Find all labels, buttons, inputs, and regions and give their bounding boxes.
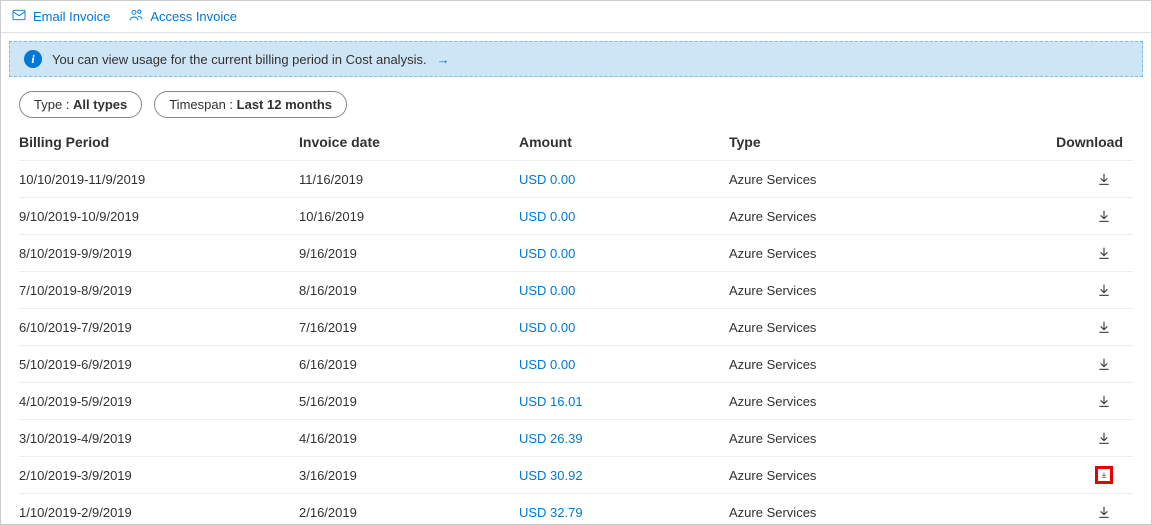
toolbar: Email Invoice Access Invoice [1,1,1151,33]
cell-type: Azure Services [729,505,1039,520]
cell-amount[interactable]: USD 32.79 [519,505,729,520]
table-row: 4/10/2019-5/9/20195/16/2019USD 16.01Azur… [19,382,1133,419]
cell-type: Azure Services [729,209,1039,224]
download-icon[interactable] [1095,466,1113,484]
cell-download [1039,318,1129,336]
cell-invoice-date: 6/16/2019 [299,357,519,372]
cell-billing-period: 2/10/2019-3/9/2019 [19,468,299,483]
cell-amount[interactable]: USD 30.92 [519,468,729,483]
people-icon [128,7,144,26]
cell-download [1039,170,1129,188]
cell-type: Azure Services [729,283,1039,298]
cell-type: Azure Services [729,320,1039,335]
download-icon[interactable] [1095,244,1113,262]
download-icon[interactable] [1095,429,1113,447]
cell-type: Azure Services [729,172,1039,187]
email-invoice-button[interactable]: Email Invoice [11,7,110,26]
invoice-list-panel: Email Invoice Access Invoice i You can v… [0,0,1152,525]
filter-timespan-value: Last 12 months [237,97,332,112]
cell-type: Azure Services [729,246,1039,261]
col-billing-period: Billing Period [19,134,299,150]
cell-invoice-date: 8/16/2019 [299,283,519,298]
info-text: You can view usage for the current billi… [52,52,427,67]
cost-analysis-link[interactable]: → [437,52,450,67]
cell-type: Azure Services [729,357,1039,372]
cell-download [1039,503,1129,521]
table-row: 10/10/2019-11/9/201911/16/2019USD 0.00Az… [19,160,1133,197]
cell-invoice-date: 9/16/2019 [299,246,519,261]
access-invoice-button[interactable]: Access Invoice [128,7,237,26]
email-invoice-label: Email Invoice [33,9,110,24]
cell-billing-period: 7/10/2019-8/9/2019 [19,283,299,298]
cell-download [1039,466,1129,484]
download-icon[interactable] [1095,170,1113,188]
table-row: 9/10/2019-10/9/201910/16/2019USD 0.00Azu… [19,197,1133,234]
table-row: 8/10/2019-9/9/20199/16/2019USD 0.00Azure… [19,234,1133,271]
table-row: 2/10/2019-3/9/20193/16/2019USD 30.92Azur… [19,456,1133,493]
download-icon[interactable] [1095,207,1113,225]
col-invoice-date: Invoice date [299,134,519,150]
table-row: 3/10/2019-4/9/20194/16/2019USD 26.39Azur… [19,419,1133,456]
table-row: 5/10/2019-6/9/20196/16/2019USD 0.00Azure… [19,345,1133,382]
cell-amount[interactable]: USD 0.00 [519,320,729,335]
mail-icon [11,7,27,26]
cell-billing-period: 5/10/2019-6/9/2019 [19,357,299,372]
cell-download [1039,207,1129,225]
cell-billing-period: 6/10/2019-7/9/2019 [19,320,299,335]
col-download: Download [1039,134,1129,150]
cell-download [1039,244,1129,262]
table-row: 6/10/2019-7/9/20197/16/2019USD 0.00Azure… [19,308,1133,345]
cell-invoice-date: 10/16/2019 [299,209,519,224]
cell-billing-period: 1/10/2019-2/9/2019 [19,505,299,520]
access-invoice-label: Access Invoice [150,9,237,24]
cell-invoice-date: 5/16/2019 [299,394,519,409]
cell-billing-period: 3/10/2019-4/9/2019 [19,431,299,446]
cell-amount[interactable]: USD 0.00 [519,283,729,298]
cell-invoice-date: 11/16/2019 [299,172,519,187]
cell-type: Azure Services [729,394,1039,409]
download-icon[interactable] [1095,318,1113,336]
cell-invoice-date: 3/16/2019 [299,468,519,483]
cell-download [1039,281,1129,299]
filter-type-value: All types [73,97,127,112]
cell-amount[interactable]: USD 0.00 [519,172,729,187]
cell-type: Azure Services [729,431,1039,446]
cell-amount[interactable]: USD 0.00 [519,357,729,372]
info-icon: i [24,50,42,68]
filter-timespan[interactable]: Timespan : Last 12 months [154,91,347,118]
cell-download [1039,429,1129,447]
filter-bar: Type : All types Timespan : Last 12 mont… [1,77,1151,128]
cell-billing-period: 9/10/2019-10/9/2019 [19,209,299,224]
cell-billing-period: 10/10/2019-11/9/2019 [19,172,299,187]
download-icon[interactable] [1095,503,1113,521]
table-body: 10/10/2019-11/9/201911/16/2019USD 0.00Az… [19,160,1133,525]
cell-amount[interactable]: USD 26.39 [519,431,729,446]
table-row: 1/10/2019-2/9/20192/16/2019USD 32.79Azur… [19,493,1133,525]
info-bar: i You can view usage for the current bil… [9,41,1143,77]
cell-amount[interactable]: USD 0.00 [519,246,729,261]
table-header: Billing Period Invoice date Amount Type … [19,128,1133,160]
cell-download [1039,392,1129,410]
filter-timespan-prefix: Timespan : [169,97,236,112]
cell-invoice-date: 7/16/2019 [299,320,519,335]
download-icon[interactable] [1095,392,1113,410]
cell-billing-period: 8/10/2019-9/9/2019 [19,246,299,261]
col-amount: Amount [519,134,729,150]
cell-invoice-date: 4/16/2019 [299,431,519,446]
download-icon[interactable] [1095,355,1113,373]
col-type: Type [729,134,1039,150]
cell-billing-period: 4/10/2019-5/9/2019 [19,394,299,409]
download-icon[interactable] [1095,281,1113,299]
cell-invoice-date: 2/16/2019 [299,505,519,520]
cell-amount[interactable]: USD 0.00 [519,209,729,224]
cell-type: Azure Services [729,468,1039,483]
invoice-table: Billing Period Invoice date Amount Type … [1,128,1151,525]
cell-amount[interactable]: USD 16.01 [519,394,729,409]
filter-type[interactable]: Type : All types [19,91,142,118]
table-row: 7/10/2019-8/9/20198/16/2019USD 0.00Azure… [19,271,1133,308]
filter-type-prefix: Type : [34,97,73,112]
cell-download [1039,355,1129,373]
